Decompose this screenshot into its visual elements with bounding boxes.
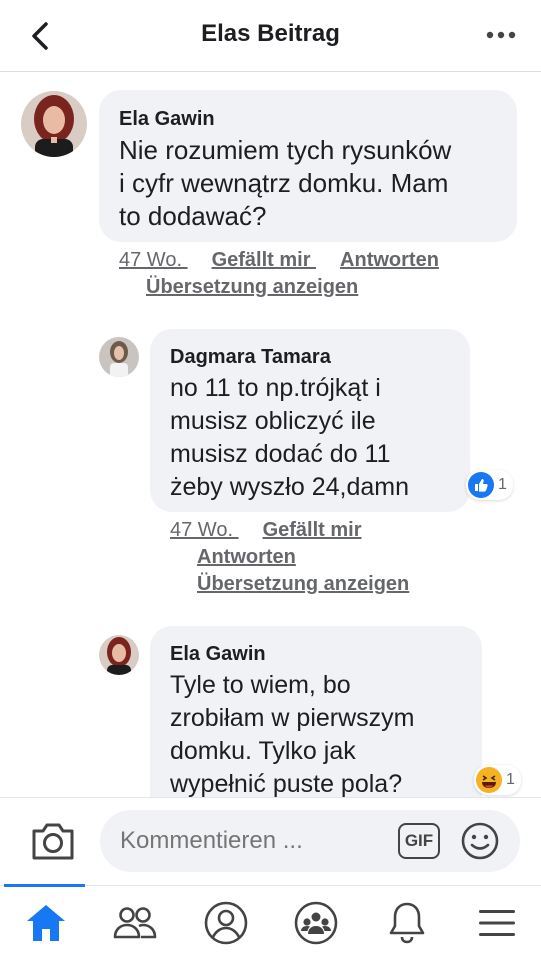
comment-time[interactable]: 47 Wo.	[119, 249, 182, 271]
page-title: Elas Beitrag	[201, 20, 340, 47]
tab-home[interactable]	[21, 900, 71, 946]
comment-box: GIF	[100, 810, 520, 872]
comment-text: no 11 to np.trójkąt i musisz obliczyć il…	[170, 374, 410, 501]
comment-actions: 47 Wo. Gefällt mir Antworten	[119, 247, 439, 274]
like-button[interactable]: Gefällt mir	[212, 249, 311, 271]
smiley-icon	[461, 822, 499, 860]
reply-button[interactable]: Antworten	[197, 544, 296, 571]
comment-input[interactable]	[120, 827, 380, 855]
top-bar: Elas Beitrag	[0, 0, 541, 72]
translate-link[interactable]: Übersetzung anzeigen	[197, 571, 409, 598]
comment-author[interactable]: Ela Gawin	[119, 107, 497, 131]
avatar[interactable]	[99, 635, 139, 675]
avatar[interactable]	[21, 91, 87, 157]
reaction-count: 1	[498, 476, 507, 493]
comment-text: Nie rozumiem tych rysunków i cyfr wewnąt…	[119, 135, 452, 231]
comment-bubble: Dagmara Tamara no 11 to np.trójkąt i mus…	[150, 329, 470, 512]
reply-button[interactable]: Antworten	[340, 249, 439, 271]
haha-icon	[476, 767, 502, 793]
more-options-button[interactable]	[481, 20, 521, 50]
comment-time[interactable]: 47 Wo.	[170, 519, 233, 541]
camera-icon	[32, 823, 74, 860]
friends-icon	[113, 907, 157, 939]
active-tab-indicator	[4, 884, 85, 887]
reaction-count: 1	[506, 771, 515, 788]
like-icon	[468, 472, 494, 498]
home-icon	[27, 905, 65, 941]
like-button[interactable]: Gefällt mir	[263, 519, 362, 541]
comment-composer: GIF	[0, 797, 541, 885]
notifications-icon	[389, 902, 425, 944]
comment-bubble: Ela Gawin Nie rozumiem tych rysunków i c…	[99, 90, 517, 242]
comment-thread: Ela Gawin Nie rozumiem tych rysunków i c…	[0, 73, 541, 797]
more-dots-icon	[486, 31, 516, 39]
translate-link[interactable]: Übersetzung anzeigen	[146, 274, 358, 301]
tab-groups[interactable]	[291, 900, 341, 946]
menu-icon	[479, 910, 515, 936]
emoji-button[interactable]	[460, 821, 500, 861]
bottom-navigation	[0, 884, 541, 960]
tab-friends[interactable]	[110, 900, 160, 946]
comment-author[interactable]: Dagmara Tamara	[170, 345, 450, 369]
tab-notifications[interactable]	[382, 900, 432, 946]
comment-bubble: Ela Gawin Tyle to wiem, bo zrobiłam w pi…	[150, 626, 482, 797]
avatar[interactable]	[99, 337, 139, 377]
tab-profile[interactable]	[201, 900, 251, 946]
groups-icon	[294, 901, 338, 945]
reaction-badge[interactable]: 1	[466, 470, 513, 500]
gif-button[interactable]: GIF	[398, 823, 440, 859]
tab-menu[interactable]	[472, 900, 522, 946]
profile-icon	[204, 901, 248, 945]
comment-actions: 47 Wo. Gefällt mir	[170, 517, 361, 544]
reaction-badge[interactable]: 1	[474, 765, 521, 795]
comment-text: Tyle to wiem, bo zrobiłam w pierwszym do…	[170, 671, 415, 797]
camera-button[interactable]	[30, 820, 76, 862]
comment-author[interactable]: Ela Gawin	[170, 642, 462, 666]
